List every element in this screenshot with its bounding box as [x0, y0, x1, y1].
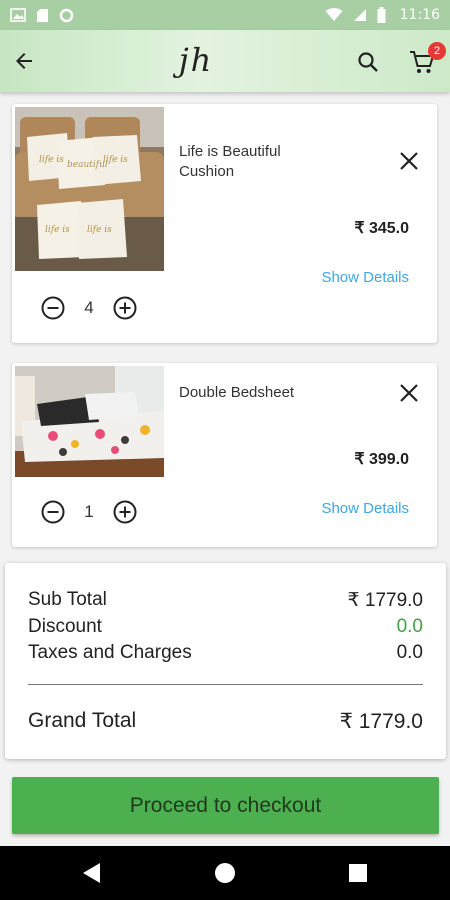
subtotal-label: Sub Total	[28, 589, 107, 610]
svg-text:life is: life is	[45, 225, 70, 235]
product-name: Life is Beautiful Cushion	[179, 143, 281, 180]
nav-back-icon[interactable]	[82, 862, 102, 884]
discount-value: 0.0	[396, 616, 423, 637]
show-details-link[interactable]: Show Details	[321, 269, 409, 286]
product-price: ₹ 399.0	[354, 451, 409, 468]
increase-quantity-icon[interactable]	[112, 499, 138, 525]
grand-total-row: Grand Total ₹ 1779.0	[28, 709, 423, 734]
sd-card-icon	[37, 8, 48, 22]
back-arrow-icon[interactable]	[12, 49, 36, 73]
show-details-link[interactable]: Show Details	[321, 500, 409, 517]
svg-text:life is: life is	[39, 155, 64, 165]
quantity-stepper: 4	[40, 295, 140, 321]
decrease-quantity-icon[interactable]	[40, 499, 66, 525]
grand-total-value: ₹ 1779.0	[339, 710, 423, 733]
remove-item-icon[interactable]	[398, 382, 420, 404]
svg-text:beautiful: beautiful	[67, 160, 108, 170]
cart-item-card: life is beautiful life is life is life i…	[12, 104, 437, 343]
increase-quantity-icon[interactable]	[112, 295, 138, 321]
summary-divider	[28, 684, 423, 685]
nav-recents-icon[interactable]	[348, 863, 368, 883]
cart-count-badge: 2	[428, 42, 446, 60]
product-image-bedsheet[interactable]	[15, 366, 164, 477]
grand-total-label: Grand Total	[28, 709, 137, 732]
order-summary-card: Sub Total ₹ 1779.0 Discount 0.0 Taxes an…	[5, 563, 446, 759]
subtotal-value: ₹ 1779.0	[347, 590, 423, 611]
quantity-value: 1	[84, 502, 94, 521]
product-name: Double Bedsheet	[179, 384, 295, 401]
system-navigation-bar	[0, 846, 450, 900]
decrease-quantity-icon[interactable]	[40, 295, 66, 321]
sync-circle-icon	[59, 8, 74, 22]
wifi-icon	[325, 8, 343, 21]
status-bar: 11:16	[0, 0, 450, 30]
brand-logo[interactable]: jh	[176, 38, 216, 82]
quantity-stepper: 1	[40, 499, 140, 525]
nav-home-icon[interactable]	[214, 862, 236, 884]
quantity-value: 4	[84, 298, 94, 317]
discount-label: Discount	[28, 616, 102, 637]
remove-item-icon[interactable]	[398, 150, 420, 172]
taxes-value: 0.0	[396, 642, 423, 663]
svg-text:life is: life is	[103, 155, 128, 165]
signal-icon	[353, 9, 366, 21]
subtotal-row: Sub Total ₹ 1779.0	[28, 589, 423, 612]
search-icon[interactable]	[356, 50, 380, 74]
cart-item-card: Double Bedsheet ₹ 399.0 Show Details 1	[12, 363, 437, 547]
gallery-notification-icon	[10, 8, 26, 22]
discount-row: Discount 0.0	[28, 616, 423, 638]
proceed-to-checkout-button[interactable]: Proceed to checkout	[12, 777, 439, 834]
product-price: ₹ 345.0	[354, 220, 409, 237]
taxes-row: Taxes and Charges 0.0	[28, 642, 423, 664]
taxes-label: Taxes and Charges	[28, 642, 192, 663]
svg-text:life is: life is	[87, 225, 112, 235]
clock-time: 11:16	[399, 7, 440, 23]
battery-icon	[377, 7, 386, 23]
product-image-cushion[interactable]: life is beautiful life is life is life i…	[15, 107, 164, 271]
app-bar: jh 2	[0, 30, 450, 92]
